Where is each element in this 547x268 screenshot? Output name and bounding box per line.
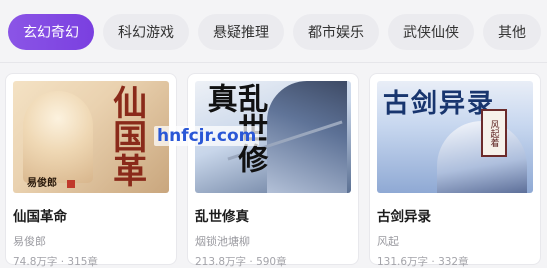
- tab-dushi[interactable]: 都市娱乐: [293, 14, 379, 50]
- book-card[interactable]: 古剑异录 风起着 古剑异录 风起 131.6万字 · 332章: [369, 73, 541, 268]
- book-cover[interactable]: 仙国革 易俊郎: [13, 81, 169, 193]
- book-grid: 仙国革 易俊郎 仙国革命 易俊郎 74.8万字 · 315章 乱世修真 乱世修真…: [5, 73, 541, 268]
- tab-xuanyi[interactable]: 悬疑推理: [198, 14, 284, 50]
- book-cover[interactable]: 古剑异录 风起着: [377, 81, 533, 193]
- book-card[interactable]: 仙国革 易俊郎 仙国革命 易俊郎 74.8万字 · 315章: [5, 73, 177, 268]
- category-tabs: 玄幻奇幻 科幻游戏 悬疑推理 都市娱乐 武侠仙侠 其他: [8, 14, 541, 50]
- book-title[interactable]: 乱世修真: [195, 205, 351, 225]
- divider: [0, 62, 547, 63]
- book-meta: 74.8万字 · 315章: [13, 256, 98, 268]
- book-meta: 213.8万字 · 590章: [195, 256, 287, 268]
- book-title[interactable]: 古剑异录: [377, 205, 533, 225]
- book-meta: 131.6万字 · 332章: [377, 256, 469, 268]
- cover-title: 古剑异录: [383, 89, 496, 119]
- tab-kehuan[interactable]: 科幻游戏: [103, 14, 189, 50]
- seal-icon: [67, 180, 75, 188]
- cover-illustration: [23, 91, 93, 183]
- watermark: hnfcjr.com: [154, 126, 260, 146]
- book-author: 易俊郎: [13, 235, 46, 248]
- book-title[interactable]: 仙国革命: [13, 205, 169, 225]
- cover-illustration: [267, 81, 347, 193]
- tab-other[interactable]: 其他: [483, 14, 541, 50]
- book-author: 风起: [377, 235, 399, 248]
- book-author: 烟锁池塘柳: [195, 235, 250, 248]
- cover-author: 易俊郎: [27, 178, 57, 189]
- tab-wuxia[interactable]: 武侠仙侠: [388, 14, 474, 50]
- cover-title: 仙国革: [106, 85, 147, 187]
- book-card[interactable]: 乱世修真 乱世修真 烟锁池塘柳 213.8万字 · 590章: [187, 73, 359, 268]
- cover-seal: 风起着: [481, 109, 507, 157]
- tab-xuanhuan[interactable]: 玄幻奇幻: [8, 14, 94, 50]
